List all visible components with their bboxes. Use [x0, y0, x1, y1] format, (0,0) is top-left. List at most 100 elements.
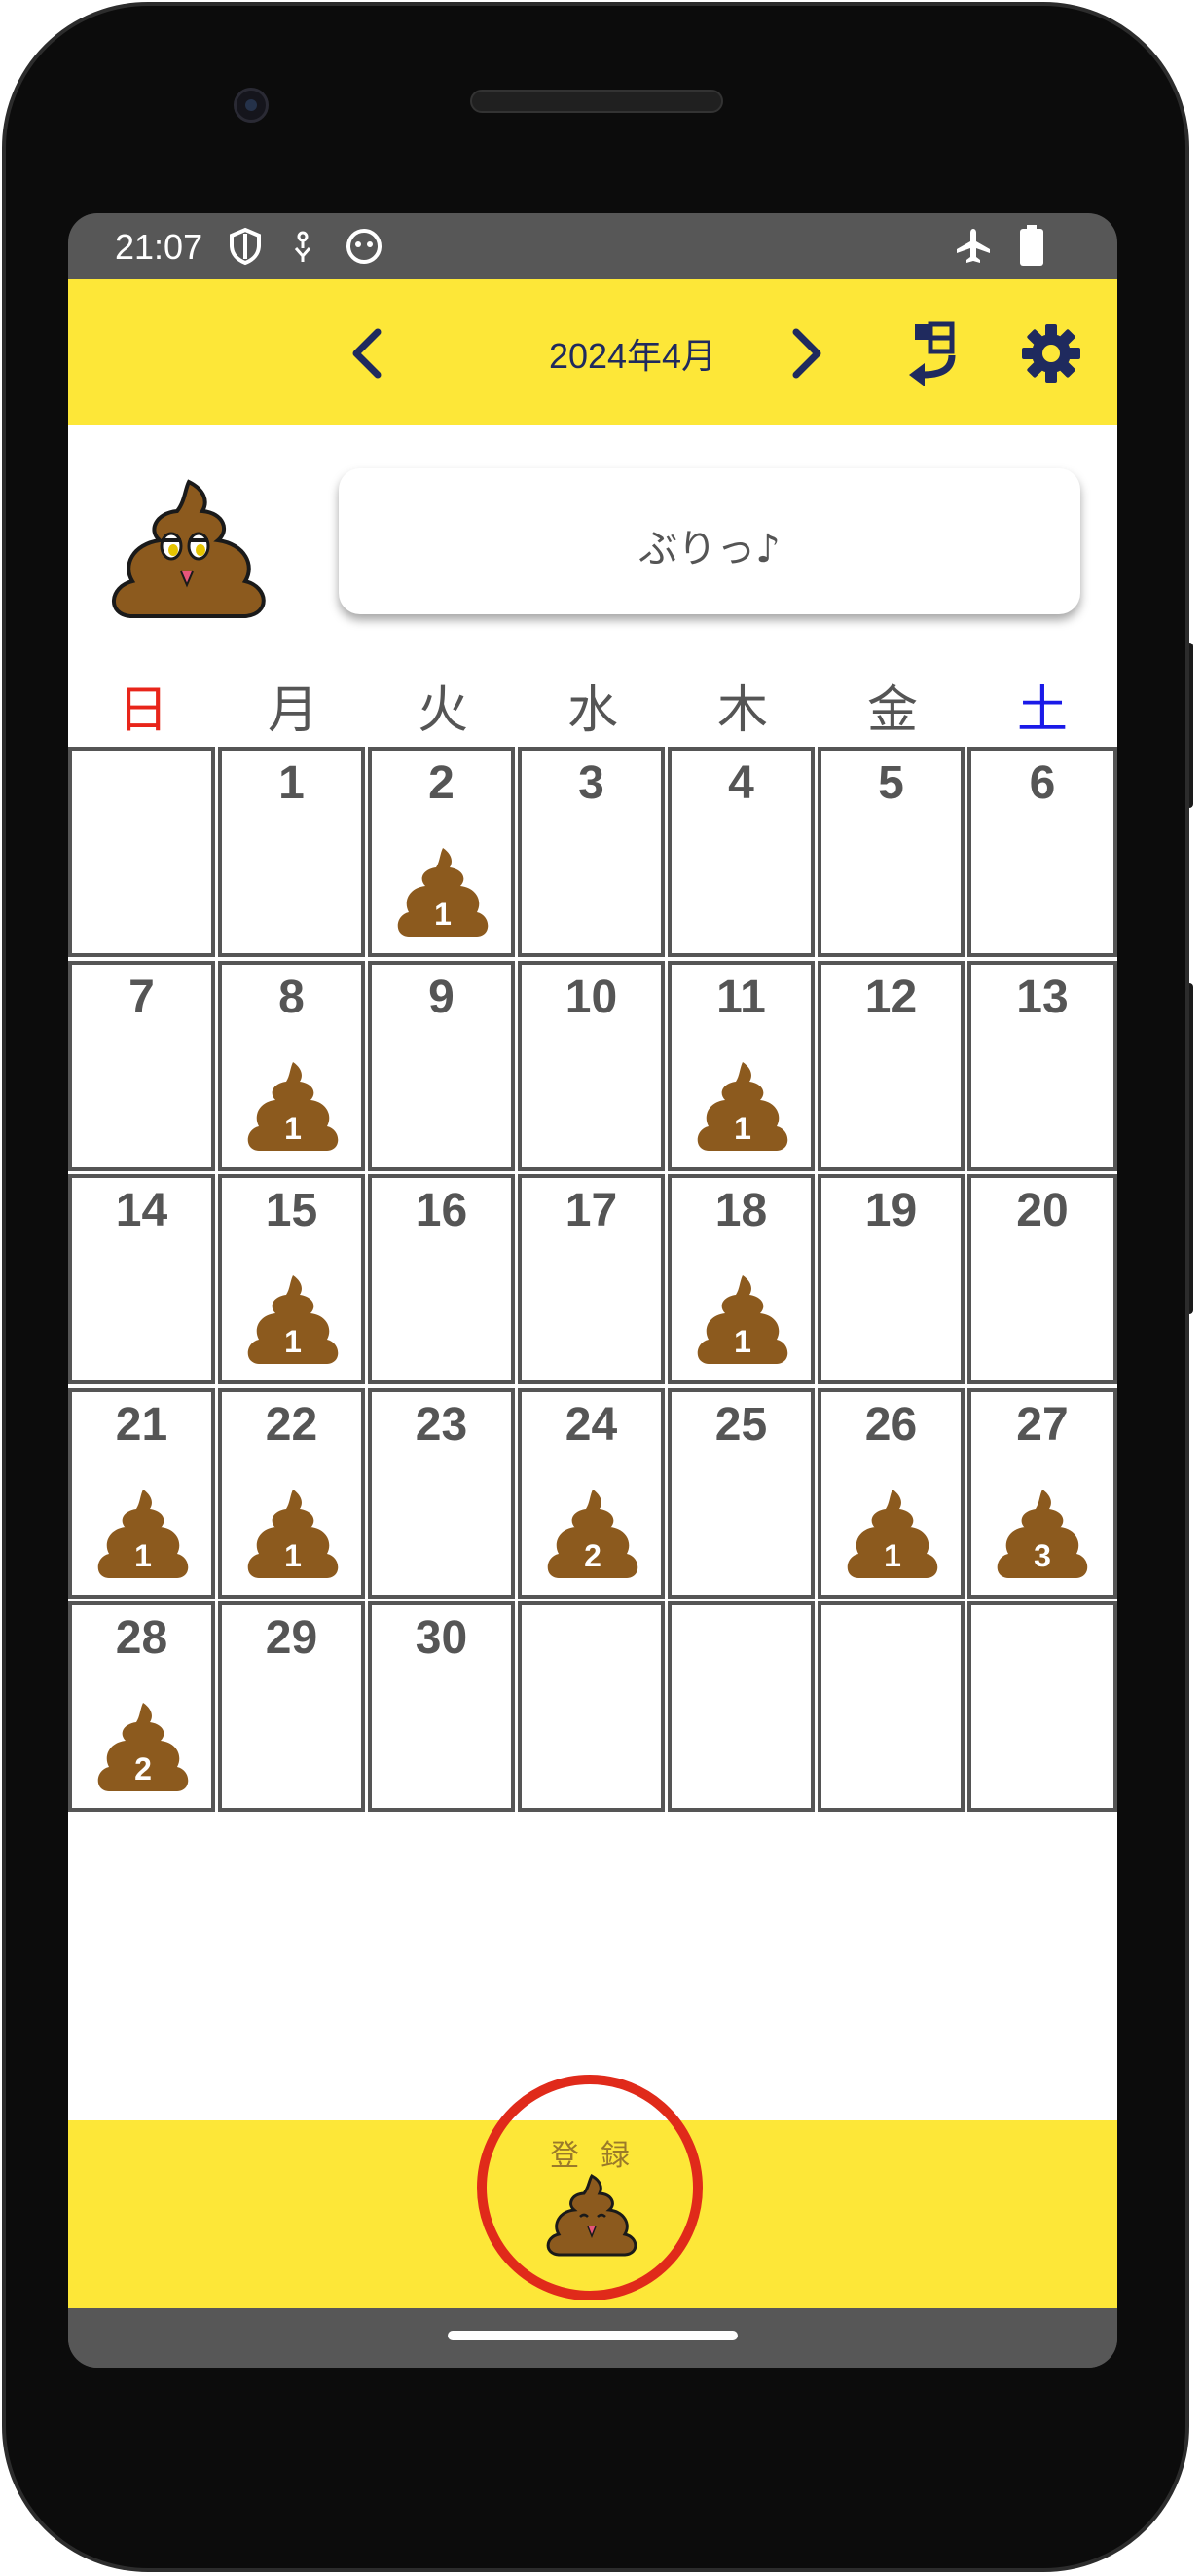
poop-stamp-icon: 3: [991, 1488, 1094, 1581]
poop-count: 1: [734, 1324, 751, 1359]
speech-bubble: ぶりっ♪: [339, 468, 1080, 614]
day-number: 6: [1029, 757, 1056, 809]
calendar-day-cell[interactable]: 17: [518, 1174, 665, 1384]
calendar-day-cell[interactable]: 4: [668, 747, 815, 957]
calendar-day-cell[interactable]: 21: [368, 747, 515, 957]
day-number: 28: [115, 1612, 168, 1664]
shield-icon: [230, 227, 261, 266]
calendar-day-cell[interactable]: 24 2: [518, 1388, 665, 1599]
weekday-sun: 日: [117, 681, 168, 740]
day-number: 11: [716, 972, 766, 1023]
weekday-sat: 土: [1016, 681, 1068, 740]
register-button[interactable]: 登録: [477, 2075, 703, 2300]
status-time: 21:07: [115, 227, 203, 267]
calendar-day-cell[interactable]: 23: [368, 1388, 515, 1599]
system-nav-bar: [68, 2308, 1117, 2368]
poop-count: 3: [1034, 1538, 1051, 1573]
day-number: 13: [1016, 972, 1069, 1023]
poop-stamp-icon: 1: [391, 846, 494, 939]
calendar-day-cell[interactable]: 5: [818, 747, 965, 957]
day-number: 24: [565, 1399, 618, 1451]
month-title: 2024年4月: [548, 336, 717, 376]
poop-count: 1: [884, 1538, 901, 1573]
airplane-mode-icon: [957, 229, 990, 263]
calendar-day-cell[interactable]: 13: [967, 961, 1117, 1171]
screen: 21:07 2024年4月 ぶりっ♪ 日 月 火 水 木 金 土 1 2 1 3…: [68, 213, 1117, 2368]
day-number: 23: [415, 1399, 468, 1451]
calendar-day-cell[interactable]: 9: [368, 961, 515, 1171]
home-gesture-bar[interactable]: [448, 2331, 738, 2340]
calendar-day-cell[interactable]: 6: [967, 747, 1117, 957]
prev-month-button[interactable]: [333, 316, 407, 390]
poop-stamp-icon: 1: [841, 1488, 944, 1581]
day-number: 10: [565, 972, 618, 1023]
poop-register-icon: [546, 2173, 637, 2257]
earpiece-speaker: [470, 90, 723, 113]
day-number: 19: [864, 1185, 918, 1236]
poop-count: 1: [284, 1538, 302, 1573]
calendar-day-cell[interactable]: 30: [368, 1601, 515, 1812]
day-number: 15: [265, 1185, 318, 1236]
day-number: 12: [864, 972, 918, 1023]
weekday-wed: 水: [566, 681, 618, 740]
calendar-day-cell: [518, 1601, 665, 1812]
day-number: 4: [728, 757, 754, 809]
calendar-day-cell[interactable]: 19: [818, 1174, 965, 1384]
day-number: 16: [415, 1185, 468, 1236]
weekday-mon: 月: [267, 681, 318, 740]
settings-gear-icon[interactable]: [1014, 316, 1088, 390]
app-header: 2024年4月: [68, 279, 1117, 425]
calendar-day-cell[interactable]: 22 1: [218, 1388, 365, 1599]
weekday-fri: 金: [866, 681, 918, 740]
calendar-day-cell[interactable]: 10: [518, 961, 665, 1171]
day-number: 21: [115, 1399, 168, 1451]
day-number: 2: [428, 757, 455, 809]
day-number: 1: [278, 757, 305, 809]
day-number: 25: [714, 1399, 768, 1451]
day-number: 9: [428, 972, 455, 1023]
calendar-day-cell[interactable]: 11 1: [668, 961, 815, 1171]
status-bar: 21:07: [68, 213, 1117, 279]
weekday-thu: 木: [716, 681, 768, 740]
front-camera: [234, 88, 269, 123]
calendar-day-cell[interactable]: 18 1: [668, 1174, 815, 1384]
poop-stamp-icon: 2: [541, 1488, 644, 1581]
day-number: 14: [115, 1185, 168, 1236]
poop-stamp-icon: 1: [241, 1273, 345, 1367]
day-number: 26: [864, 1399, 918, 1451]
calendar-day-cell[interactable]: 25: [668, 1388, 815, 1599]
calendar-day-cell[interactable]: 16: [368, 1174, 515, 1384]
day-number: 3: [578, 757, 604, 809]
calendar-day-cell[interactable]: 27 3: [967, 1388, 1117, 1599]
poop-count: 1: [134, 1538, 152, 1573]
poop-stamp-icon: 1: [691, 1273, 794, 1367]
day-number: 17: [565, 1185, 618, 1236]
calendar-day-cell[interactable]: 21 1: [68, 1388, 215, 1599]
day-number: 8: [278, 972, 305, 1023]
today-return-icon[interactable]: [892, 316, 965, 390]
bottom-bar: 登録: [68, 2075, 1117, 2308]
poop-count: 1: [734, 1111, 751, 1146]
calendar-day-cell[interactable]: 26 1: [818, 1388, 965, 1599]
calendar-day-cell[interactable]: 28 2: [68, 1601, 215, 1812]
poop-stamp-icon: 1: [241, 1060, 345, 1154]
day-number: 20: [1016, 1185, 1069, 1236]
usb-debug-icon: [294, 231, 311, 262]
calendar-day-cell[interactable]: 15 1: [218, 1174, 365, 1384]
calendar-day-cell[interactable]: 20: [967, 1174, 1117, 1384]
calendar-day-cell[interactable]: 7: [68, 961, 215, 1171]
calendar-day-cell[interactable]: 29: [218, 1601, 365, 1812]
day-number: 22: [265, 1399, 318, 1451]
poop-count: 2: [584, 1538, 601, 1573]
next-month-button[interactable]: [767, 316, 841, 390]
calendar-day-cell[interactable]: 81: [218, 961, 365, 1171]
calendar-day-cell: [668, 1601, 815, 1812]
calendar-day-cell[interactable]: 1: [218, 747, 365, 957]
calendar-day-cell: [68, 747, 215, 957]
calendar-day-cell[interactable]: 12: [818, 961, 965, 1171]
calendar-day-cell[interactable]: 3: [518, 747, 665, 957]
weekday-header: 日 月 火 水 木 金 土: [68, 669, 1117, 747]
calendar-day-cell[interactable]: 14: [68, 1174, 215, 1384]
poop-mascot-icon: [112, 479, 266, 618]
app-notification-icon: [346, 229, 382, 264]
